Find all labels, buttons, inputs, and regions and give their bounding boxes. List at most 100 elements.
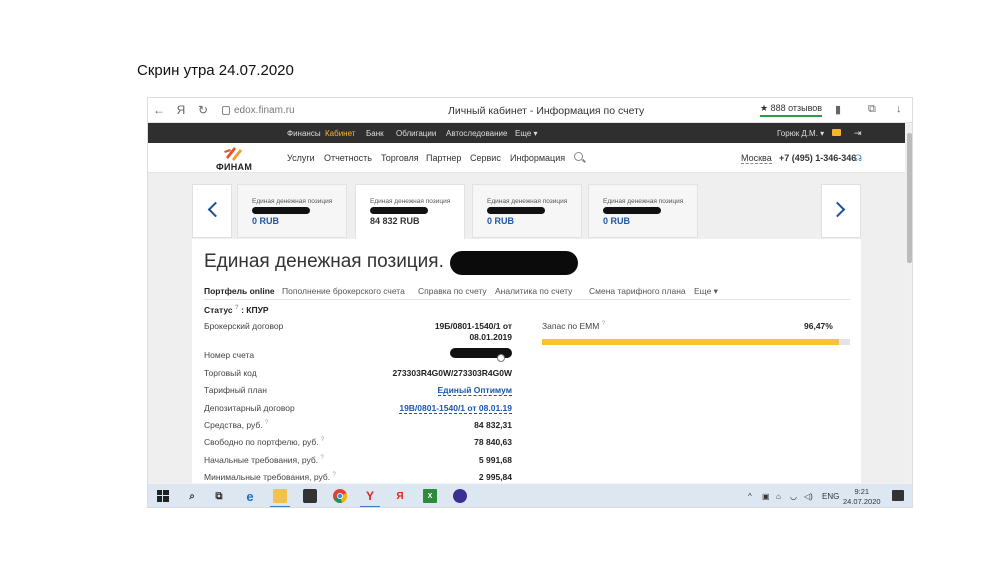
top-nav: Финансы Кабинет Банк Облигации Автоследо… — [148, 123, 905, 143]
topnav-autofollow[interactable]: Автоследование — [446, 129, 507, 138]
row-label: Свободно по портфелю, руб. ? — [204, 437, 324, 447]
account-card[interactable]: Единая денежная позиция 0 RUB — [588, 184, 698, 238]
row-value-line2: 08.01.2019 — [469, 332, 512, 342]
logo-text[interactable]: ФИНАМ — [216, 162, 252, 172]
app-icon[interactable] — [453, 489, 467, 503]
help-icon[interactable]: ? — [332, 472, 335, 478]
nav-service[interactable]: Сервис — [470, 153, 501, 163]
chrome-icon[interactable] — [333, 489, 347, 503]
row-label: Брокерский договор — [204, 321, 284, 331]
city-selector[interactable]: Москва — [741, 153, 772, 164]
edge-icon[interactable]: e — [243, 489, 257, 504]
redacted-block — [370, 207, 428, 214]
mail-icon[interactable] — [832, 129, 841, 136]
prev-account-button[interactable] — [192, 184, 232, 238]
next-account-button[interactable] — [821, 184, 861, 238]
logout-icon[interactable]: ⇥ — [854, 128, 862, 139]
address-bar[interactable]: edox.finam.ru — [222, 105, 295, 116]
tab-more[interactable]: Еще ▾ — [694, 286, 718, 297]
topnav-more[interactable]: Еще ▾ — [515, 129, 538, 138]
search-icon[interactable]: ⌕ — [185, 489, 199, 503]
card-amount: 0 RUB — [487, 216, 515, 226]
row-label: Начальные требования, руб. ? — [204, 455, 324, 465]
screenshot: ← Я ↻ edox.finam.ru Личный кабинет - Инф… — [147, 97, 913, 508]
row-label: Минимальные требования, руб. ? — [204, 472, 336, 482]
topnav-finances[interactable]: Финансы — [287, 129, 321, 138]
row-label: Торговый код — [204, 368, 257, 378]
yandex-icon[interactable]: Я — [170, 103, 192, 117]
status-value: : КПУР — [241, 305, 269, 315]
yandex-browser-icon[interactable]: Y — [363, 489, 377, 503]
headset-icon[interactable]: ☊ — [854, 153, 862, 164]
clock[interactable]: 9:21 24.07.2020 — [843, 487, 881, 507]
back-icon[interactable]: ← — [148, 103, 170, 117]
caption: Скрин утра 24.07.2020 — [137, 62, 294, 79]
topnav-bank[interactable]: Банк — [366, 129, 384, 138]
nav-reports[interactable]: Отчетность — [324, 153, 372, 163]
search-icon[interactable] — [574, 152, 583, 161]
emm-value: 96,47% — [804, 321, 833, 331]
reload-icon[interactable]: ↻ — [192, 103, 214, 117]
card-label: Единая денежная позиция — [487, 198, 568, 205]
row-value: 19Б/0801-1540/1 от — [434, 321, 512, 331]
reviews-badge[interactable]: ★ 888 отзывов — [760, 103, 823, 117]
nav-partner[interactable]: Партнер — [426, 153, 461, 163]
row-label: Депозитарный договор — [204, 403, 295, 413]
task-view-icon[interactable]: ⧉ — [212, 489, 226, 503]
windows-start-icon[interactable] — [156, 489, 170, 503]
url-text: edox.finam.ru — [234, 104, 295, 116]
lock-icon — [222, 105, 230, 115]
language-indicator[interactable]: ENG — [822, 492, 839, 501]
depository-link[interactable]: 19В/0801-1540/1 от 08.01.19 — [399, 403, 512, 414]
row-label-text: Свободно по портфелю, руб. — [204, 437, 319, 447]
bookmark-icon[interactable]: ▮ — [835, 103, 841, 116]
card-label: Единая денежная позиция — [370, 198, 451, 205]
status-label: Статус — [204, 305, 233, 315]
user-menu[interactable]: Горюк Д.М. ▾ — [777, 129, 824, 138]
chevron-right-icon — [829, 201, 846, 218]
topnav-bonds[interactable]: Облигации — [396, 129, 436, 138]
finam-logo-icon[interactable] — [222, 145, 246, 161]
tab-portfolio-online[interactable]: Портфель online — [204, 286, 275, 296]
tray-icon[interactable]: ▣ — [762, 492, 770, 501]
account-card[interactable]: Единая денежная позиция 0 RUB — [472, 184, 582, 238]
scrollbar[interactable] — [905, 123, 912, 483]
wifi-icon[interactable]: ◡ — [790, 492, 797, 501]
excel-icon[interactable]: X — [423, 489, 437, 503]
nav-services[interactable]: Услуги — [287, 153, 315, 163]
emm-progress-fill — [542, 339, 840, 345]
nav-info[interactable]: Информация — [510, 153, 565, 163]
row-label-text: Минимальные требования, руб. — [204, 472, 331, 482]
topnav-cabinet[interactable]: Кабинет — [325, 129, 355, 138]
scrollbar-thumb[interactable] — [907, 133, 912, 263]
download-icon[interactable]: ↓ — [896, 103, 902, 115]
file-explorer-icon[interactable] — [273, 489, 287, 503]
help-icon[interactable]: ? — [602, 321, 605, 327]
tariff-link[interactable]: Единый Оптимум — [437, 385, 512, 396]
active-indicator — [360, 506, 380, 507]
nav-trading[interactable]: Торговля — [381, 153, 419, 163]
account-card-selected[interactable]: Единая денежная позиция 84 832 RUB — [355, 184, 465, 240]
volume-icon[interactable]: ◁) — [804, 492, 813, 501]
tabs-icon[interactable]: ⧉ — [868, 103, 876, 116]
help-icon[interactable]: ? — [320, 455, 323, 461]
tab-deposit[interactable]: Пополнение брокерского счета — [282, 286, 405, 296]
row-label: Номер счета — [204, 350, 255, 360]
tab-account-reference[interactable]: Справка по счету — [418, 286, 487, 296]
row-value: 2 995,84 — [478, 472, 512, 482]
yandex-app-icon[interactable]: Я — [393, 489, 407, 503]
network-icon[interactable]: ⌂ — [776, 492, 781, 501]
store-icon[interactable] — [303, 489, 317, 503]
tab-analytics[interactable]: Аналитика по счету — [495, 286, 572, 296]
help-icon[interactable]: ? — [321, 437, 324, 443]
chevron-up-icon[interactable]: ^ — [748, 492, 752, 501]
notifications-icon[interactable] — [892, 490, 904, 501]
help-icon[interactable]: ? — [265, 420, 268, 426]
emm-label: Запас по ЕММ ? — [542, 321, 605, 331]
redacted-block — [450, 251, 578, 275]
redacted-block — [603, 207, 661, 214]
account-card[interactable]: Единая денежная позиция 0 RUB — [237, 184, 347, 238]
tab-change-tariff[interactable]: Смена тарифного плана — [589, 286, 686, 296]
row-label-text: Средства, руб. — [204, 420, 263, 430]
help-icon[interactable]: ? — [235, 305, 239, 311]
